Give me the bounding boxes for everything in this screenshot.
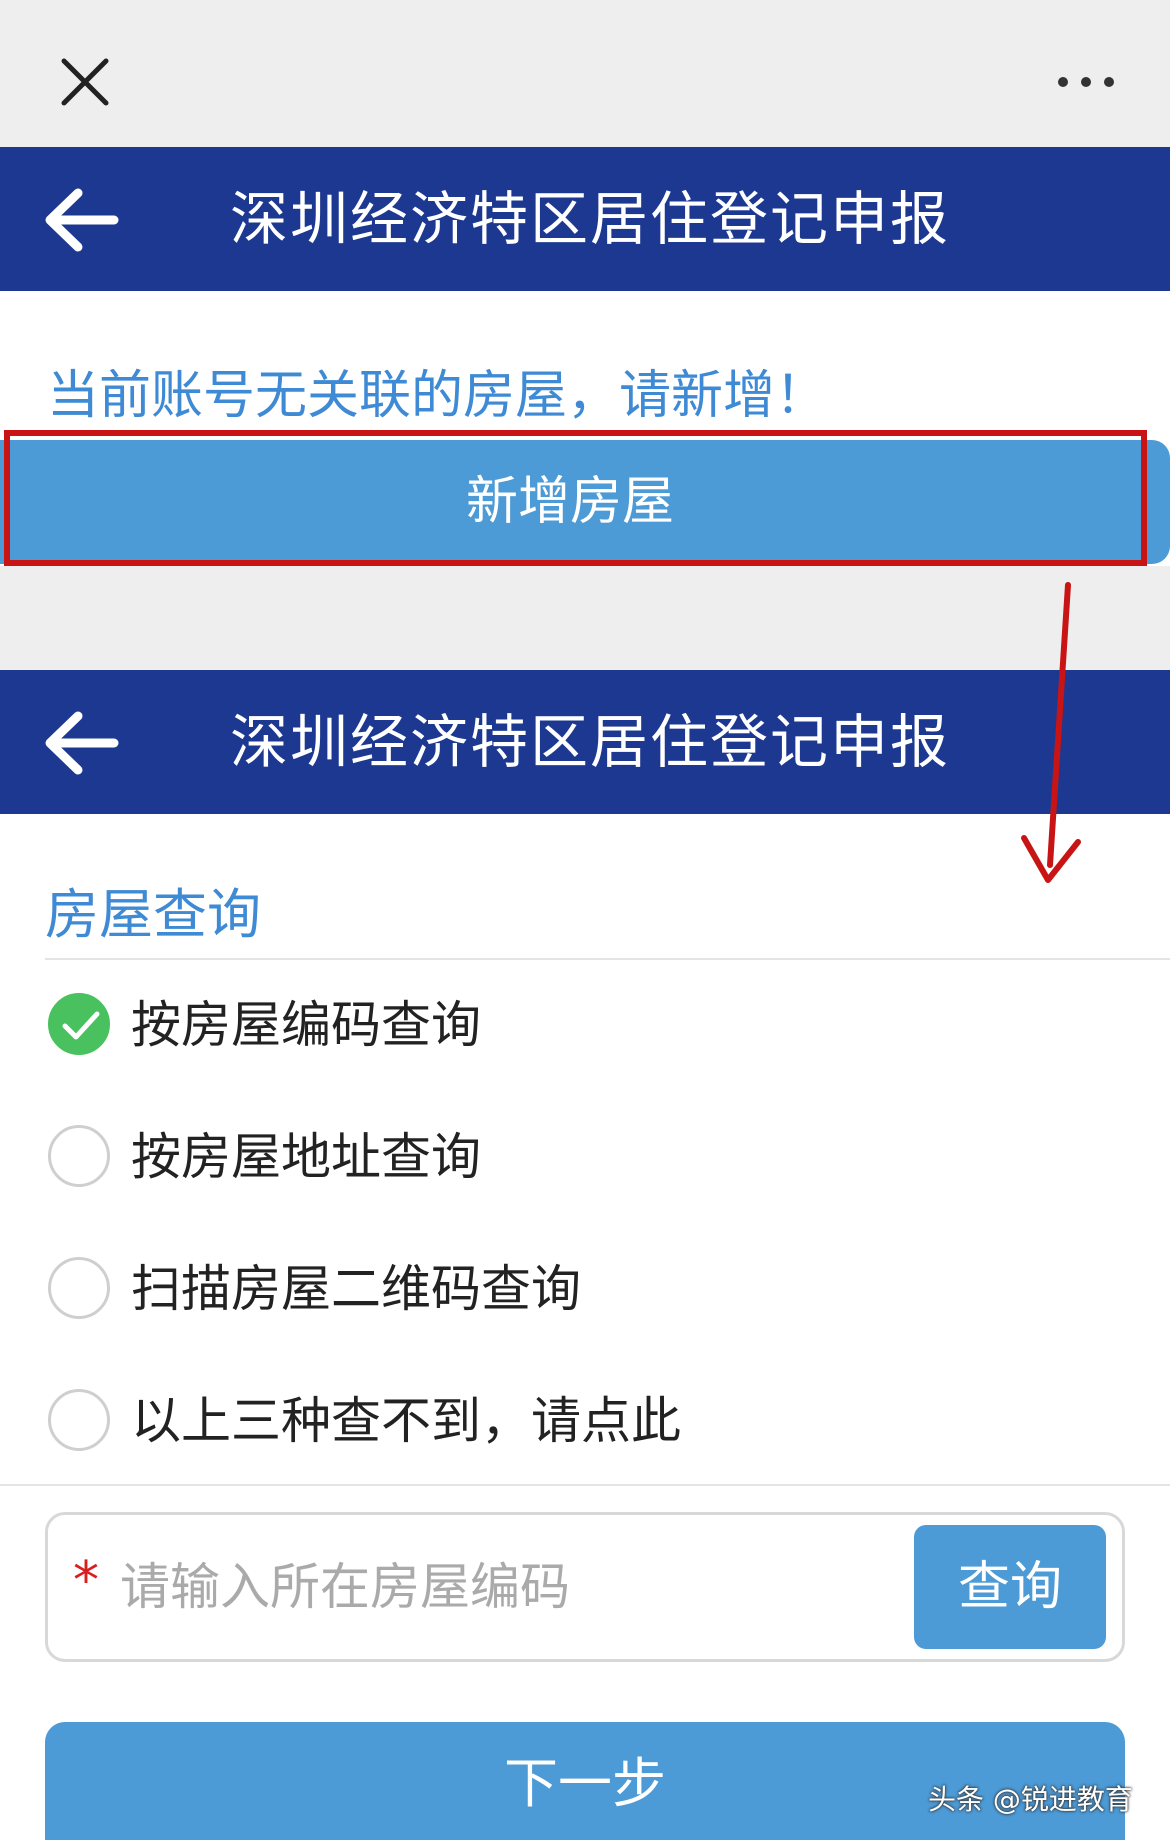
check-icon — [62, 1011, 100, 1040]
section-title: 房屋查询 — [45, 883, 261, 946]
close-icon[interactable] — [58, 55, 112, 109]
radio-checked[interactable] — [48, 993, 110, 1055]
no-house-notice: 当前账号无关联的房屋，请新增！ — [47, 366, 828, 426]
option-label: 按房屋编码查询 — [131, 996, 481, 1054]
option-label: 以上三种查不到，请点此 — [131, 1392, 681, 1450]
page-header: 深圳经济特区居住登记申报 — [0, 147, 1170, 291]
radio-unchecked[interactable] — [48, 1125, 110, 1187]
option-by-address[interactable]: 按房屋地址查询 — [45, 1117, 1045, 1197]
page-title-2: 深圳经济特区居住登记申报 — [229, 708, 950, 776]
option-other[interactable]: 以上三种查不到，请点此 — [45, 1381, 1045, 1461]
option-label: 扫描房屋二维码查询 — [131, 1260, 581, 1318]
watermark: 头条 @锐进教育 — [928, 1783, 1133, 1816]
divider — [45, 958, 1170, 960]
option-by-qrcode[interactable]: 扫描房屋二维码查询 — [45, 1249, 1045, 1329]
back-arrow-icon[interactable] — [42, 187, 120, 253]
house-code-search: * 查询 — [45, 1512, 1125, 1662]
required-mark: * — [73, 1551, 99, 1611]
divider — [0, 1484, 1170, 1486]
radio-unchecked[interactable] — [48, 1257, 110, 1319]
add-house-button[interactable]: 新增房屋 — [0, 440, 1170, 564]
page-title: 深圳经济特区居住登记申报 — [229, 185, 950, 253]
screen-separator — [0, 566, 1170, 670]
more-icon[interactable] — [1055, 72, 1117, 92]
back-arrow-icon[interactable] — [42, 710, 120, 776]
option-by-code[interactable]: 按房屋编码查询 — [45, 985, 1045, 1065]
query-button[interactable]: 查询 — [914, 1525, 1106, 1649]
page-header-2: 深圳经济特区居住登记申报 — [0, 670, 1170, 814]
house-code-input[interactable] — [120, 1539, 920, 1635]
browser-topbar — [0, 0, 1170, 147]
radio-unchecked[interactable] — [48, 1389, 110, 1451]
option-label: 按房屋地址查询 — [131, 1128, 481, 1186]
